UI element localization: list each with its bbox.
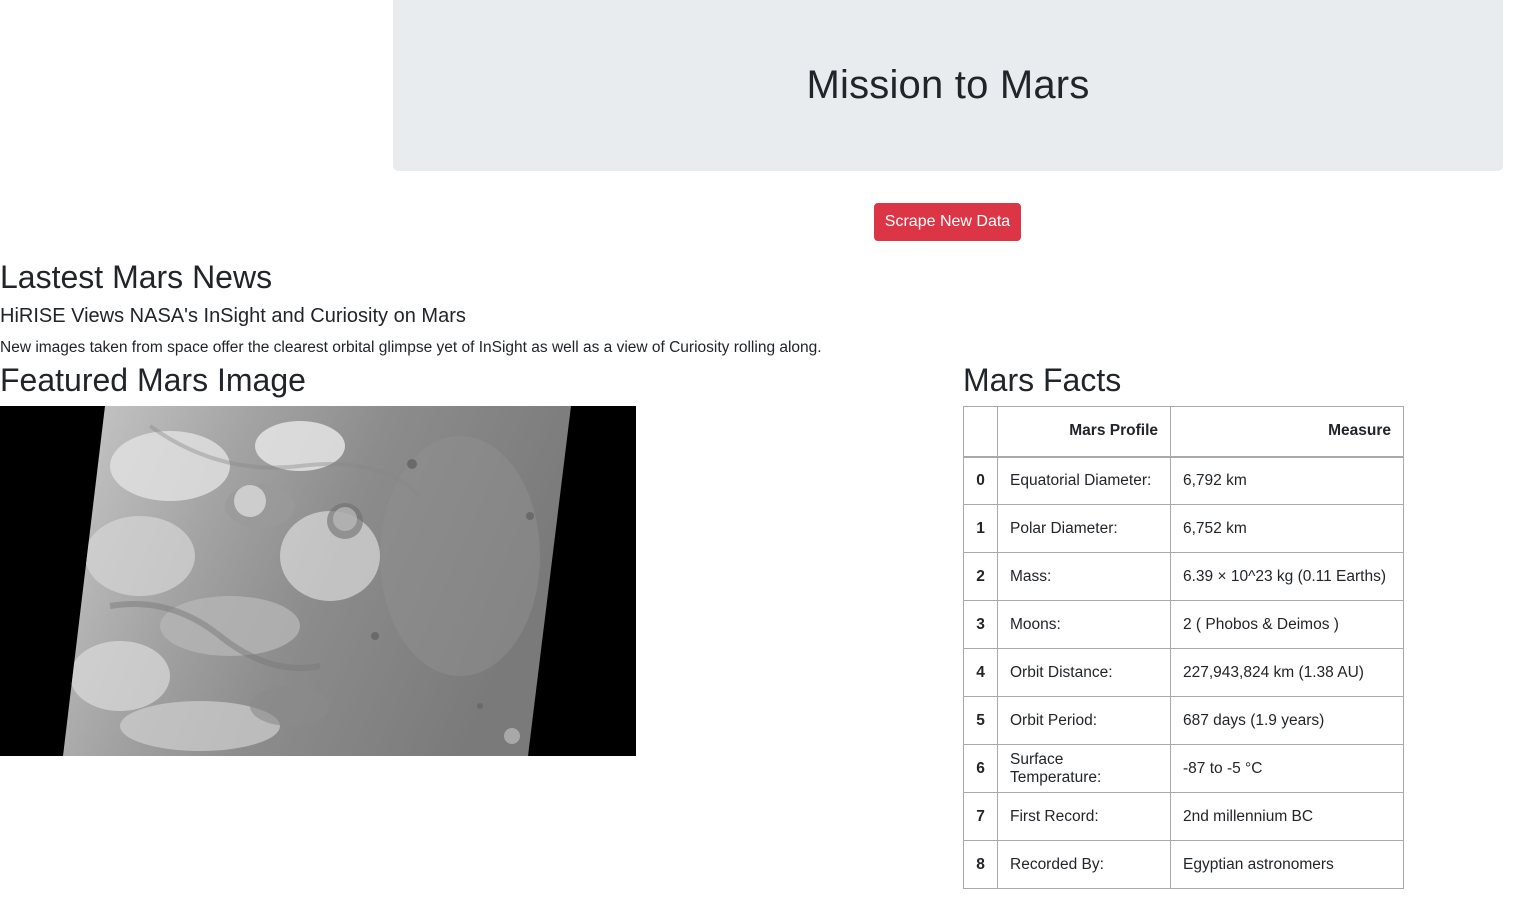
row-measure: Egyptian astronomers xyxy=(1170,840,1404,889)
row-measure: 227,943,824 km (1.38 AU) xyxy=(1170,648,1404,697)
featured-mars-image xyxy=(0,406,636,756)
row-index: 7 xyxy=(963,792,998,841)
row-profile: Orbit Period: xyxy=(997,696,1171,745)
mars-facts-heading: Mars Facts xyxy=(963,362,1122,398)
row-index: 2 xyxy=(963,552,998,601)
table-header-row: Mars Profile Measure xyxy=(963,406,1404,458)
news-title: HiRISE Views NASA's InSight and Curiosit… xyxy=(0,305,466,327)
table-row: 4 Orbit Distance: 227,943,824 km (1.38 A… xyxy=(963,648,1404,697)
row-profile: Mass: xyxy=(997,552,1171,601)
row-measure: 6.39 × 10^23 kg (0.11 Earths) xyxy=(1170,552,1404,601)
table-row: 3 Moons: 2 ( Phobos & Deimos ) xyxy=(963,600,1404,649)
header-jumbotron: Mission to Mars xyxy=(393,0,1503,171)
row-measure: 2 ( Phobos & Deimos ) xyxy=(1170,600,1404,649)
row-measure: 2nd millennium BC xyxy=(1170,792,1404,841)
table-row: 6 Surface Temperature: -87 to -5 °C xyxy=(963,744,1404,793)
news-teaser: New images taken from space offer the cl… xyxy=(0,339,822,356)
row-measure: 687 days (1.9 years) xyxy=(1170,696,1404,745)
row-index: 4 xyxy=(963,648,998,697)
table-row: 2 Mass: 6.39 × 10^23 kg (0.11 Earths) xyxy=(963,552,1404,601)
table-row: 8 Recorded By: Egyptian astronomers xyxy=(963,840,1404,889)
row-profile: First Record: xyxy=(997,792,1171,841)
table-row: 7 First Record: 2nd millennium BC xyxy=(963,792,1404,841)
column-header-profile: Mars Profile xyxy=(997,406,1171,458)
row-index: 3 xyxy=(963,600,998,649)
scrape-new-data-button[interactable]: Scrape New Data xyxy=(874,203,1021,241)
featured-image-heading: Featured Mars Image xyxy=(0,362,306,398)
news-heading: Lastest Mars News xyxy=(0,259,273,295)
row-profile: Polar Diameter: xyxy=(997,504,1171,553)
row-measure: 6,752 km xyxy=(1170,504,1404,553)
page-title: Mission to Mars xyxy=(806,63,1090,107)
table-row: 1 Polar Diameter: 6,752 km xyxy=(963,504,1404,553)
row-index: 6 xyxy=(963,744,998,793)
row-profile: Surface Temperature: xyxy=(997,744,1171,793)
row-profile: Equatorial Diameter: xyxy=(997,456,1171,505)
row-profile: Orbit Distance: xyxy=(997,648,1171,697)
row-measure: 6,792 km xyxy=(1170,456,1404,505)
column-header-measure: Measure xyxy=(1170,406,1404,458)
table-row: 0 Equatorial Diameter: 6,792 km xyxy=(963,456,1404,505)
row-index: 1 xyxy=(963,504,998,553)
column-header-index xyxy=(963,406,998,458)
table-row: 5 Orbit Period: 687 days (1.9 years) xyxy=(963,696,1404,745)
row-profile: Recorded By: xyxy=(997,840,1171,889)
mars-facts-table: Mars Profile Measure 0 Equatorial Diamet… xyxy=(963,406,1404,889)
row-index: 5 xyxy=(963,696,998,745)
row-measure: -87 to -5 °C xyxy=(1170,744,1404,793)
row-index: 0 xyxy=(963,456,998,505)
row-index: 8 xyxy=(963,840,998,889)
row-profile: Moons: xyxy=(997,600,1171,649)
